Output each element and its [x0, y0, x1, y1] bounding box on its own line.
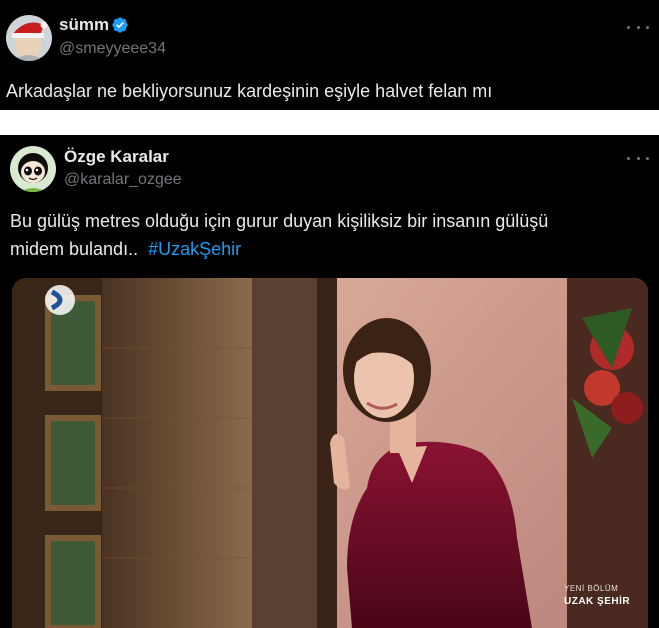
tweet-text: Arkadaşlar ne bekliyorsunuz kardeşinin e… [6, 81, 493, 101]
display-name[interactable]: sümm [59, 15, 109, 35]
user-handle[interactable]: @karalar_ozgee [64, 171, 182, 189]
tweet-card-2[interactable]: Özge Karalar @karalar_ozgee Bu gülüş met… [0, 135, 659, 628]
user-handle[interactable]: @smeyyeee34 [59, 40, 166, 58]
overlay-small-text: YENİ BÖLÜM [564, 584, 619, 593]
more-dots-icon[interactable] [627, 151, 649, 165]
tweet-media-image[interactable]: YENİ BÖLÜM UZAK ŞEHİR [12, 278, 648, 628]
avatar[interactable] [6, 15, 52, 61]
tweet-text-body: midem bulandı.. [10, 239, 139, 259]
tweet-text-line-2: midem bulandı.. #UzakŞehir [10, 235, 650, 263]
tweet-text-line-1: Bu gülüş metres olduğu için gurur duyan … [10, 211, 549, 231]
video-still [12, 278, 648, 628]
avatar[interactable] [10, 146, 56, 192]
tweet-card-1[interactable]: sümm @smeyyeee34 Arkadaşlar ne bekliyors… [0, 0, 659, 110]
hashtag-link[interactable]: #UzakŞehir [148, 239, 241, 259]
overlay-title-text: UZAK ŞEHİR [564, 596, 631, 607]
display-name[interactable]: Özge Karalar [64, 147, 169, 167]
more-dots-icon[interactable] [627, 20, 649, 34]
tweet-text: Bu gülüş metres olduğu için gurur duyan … [10, 207, 650, 263]
verified-badge-icon [111, 16, 129, 34]
channel-logo-icon [45, 285, 75, 315]
